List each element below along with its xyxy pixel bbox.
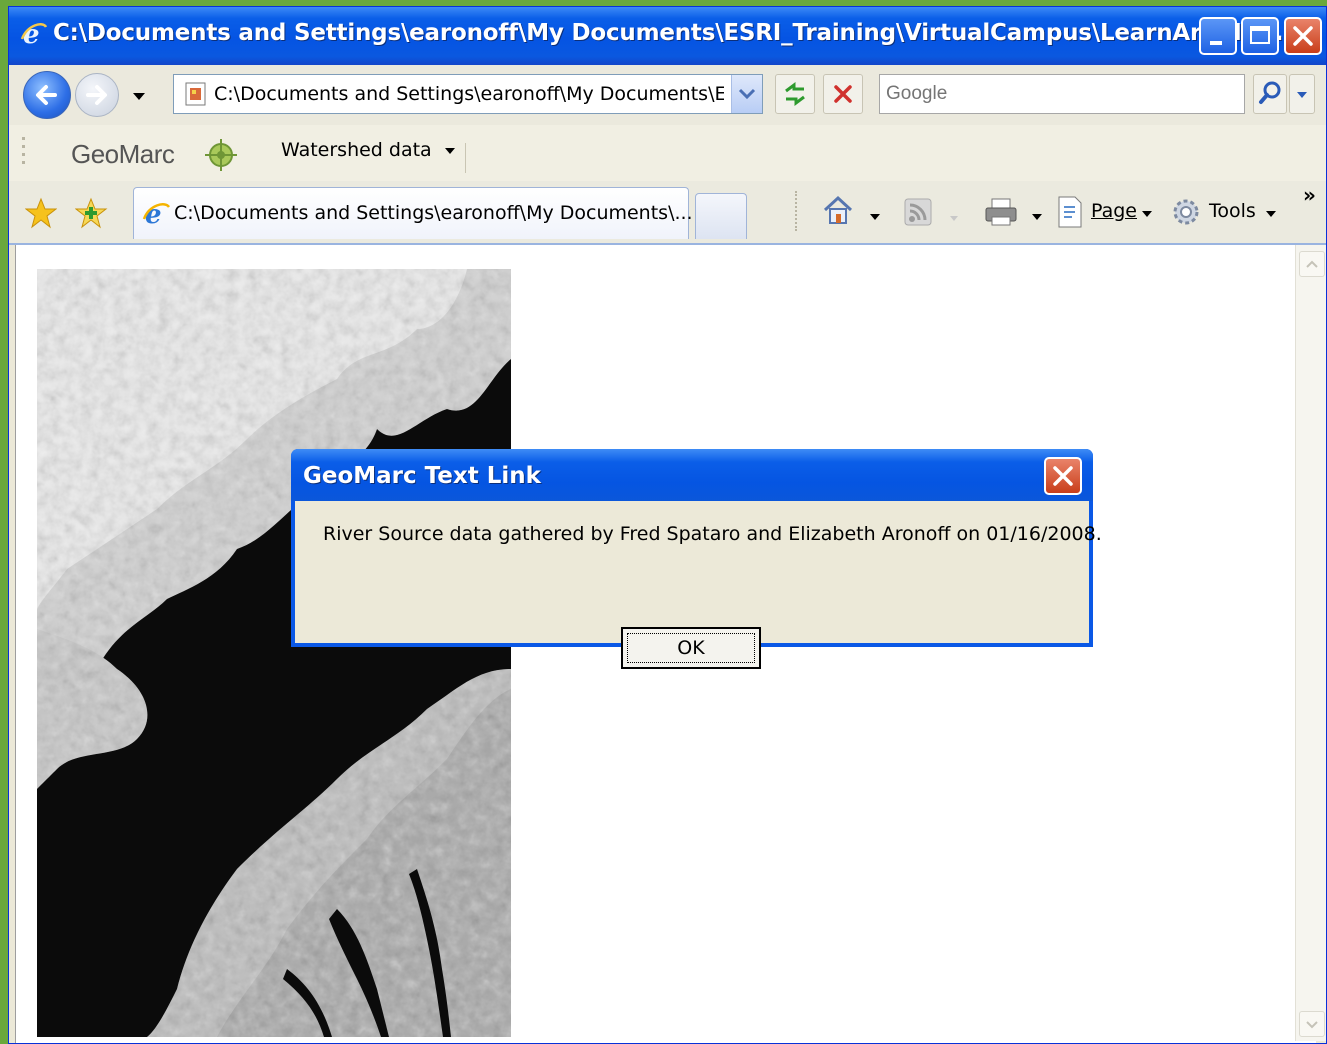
rss-feed-icon <box>904 198 932 226</box>
ie-page-icon: e <box>142 200 171 229</box>
dialog-title-bar[interactable]: GeoMarc Text Link <box>291 449 1093 501</box>
search-options-button[interactable] <box>1289 74 1315 114</box>
toolbar-grip <box>22 137 25 164</box>
scroll-down-button[interactable] <box>1299 1011 1325 1037</box>
ie-icon: e <box>19 19 49 50</box>
new-tab-button[interactable] <box>695 193 747 239</box>
favorites-center-button[interactable] <box>24 197 58 233</box>
page-icon <box>1058 196 1082 228</box>
search-box[interactable] <box>879 74 1245 114</box>
maximize-button[interactable] <box>1241 17 1279 55</box>
page-menu-button[interactable]: Page <box>1055 193 1155 231</box>
geomarc-toolbar: GeoMarc Watershed data <box>9 125 1326 182</box>
search-input[interactable] <box>880 75 1228 113</box>
dialog-body: River Source data gathered by Fred Spata… <box>295 501 1102 669</box>
navigation-bar: C:\Documents and Settings\earonoff\My Do… <box>9 65 1326 126</box>
address-bar[interactable]: C:\Documents and Settings\earonoff\My Do… <box>173 74 763 114</box>
dialog-message: River Source data gathered by Fred Spata… <box>323 523 1102 545</box>
print-button[interactable] <box>983 195 1019 233</box>
address-text[interactable]: C:\Documents and Settings\earonoff\My Do… <box>214 83 724 105</box>
home-dropdown[interactable] <box>869 207 881 226</box>
home-icon <box>823 195 853 224</box>
chevron-down-icon <box>1266 211 1276 217</box>
feeds-dropdown <box>949 207 958 221</box>
toolbar-separator <box>795 191 799 231</box>
tab-bar: e C:\Documents and Settings\earonoff\My … <box>9 181 1326 245</box>
tools-menu-label: Tools <box>1209 200 1256 222</box>
ok-button[interactable]: OK <box>621 627 761 669</box>
minimize-icon <box>1210 41 1222 45</box>
window-title: C:\Documents and Settings\earonoff\My Do… <box>53 20 1292 46</box>
star-icon <box>24 197 58 229</box>
watershed-data-label: Watershed data <box>281 139 432 161</box>
close-icon <box>1293 26 1313 46</box>
crosshair-globe-icon <box>205 139 237 171</box>
chevron-down-icon <box>133 93 145 100</box>
chevron-down-icon <box>1142 211 1152 217</box>
page-icon <box>185 82 206 106</box>
tools-menu-button[interactable]: Tools <box>1169 193 1281 231</box>
home-button[interactable] <box>821 193 855 231</box>
search-icon <box>1259 81 1281 104</box>
dialog-title: GeoMarc Text Link <box>303 463 541 489</box>
search-button[interactable] <box>1253 74 1287 114</box>
scroll-up-button[interactable] <box>1299 251 1325 277</box>
toolbar-separator <box>465 143 466 173</box>
title-bar[interactable]: e C:\Documents and Settings\earonoff\My … <box>9 7 1326 65</box>
chevron-down-icon <box>1306 1021 1318 1029</box>
back-button[interactable] <box>23 71 71 119</box>
toolbar-overflow-chevron[interactable]: » <box>1303 183 1316 207</box>
back-arrow-icon <box>36 85 57 105</box>
add-favorite-button[interactable] <box>74 197 109 233</box>
page-menu-label: Page <box>1091 200 1137 222</box>
vertical-scrollbar[interactable] <box>1295 245 1326 1041</box>
chevron-down-icon <box>950 216 958 221</box>
chevron-down-icon <box>1297 92 1307 98</box>
gear-icon <box>1173 199 1199 225</box>
satellite-image <box>37 269 511 1037</box>
chevron-down-icon <box>1032 214 1042 220</box>
stop-icon <box>834 85 852 103</box>
close-button[interactable] <box>1284 17 1322 55</box>
dialog-close-button[interactable] <box>1044 457 1082 495</box>
close-icon <box>1053 466 1073 486</box>
chevron-down-icon <box>870 214 880 220</box>
refresh-icon <box>785 82 805 106</box>
history-dropdown[interactable] <box>131 87 147 106</box>
chevron-up-icon <box>1306 260 1318 268</box>
tab-current[interactable]: e C:\Documents and Settings\earonoff\My … <box>133 187 693 239</box>
ok-button-label: OK <box>677 637 705 659</box>
forward-button[interactable] <box>75 73 119 117</box>
printer-icon <box>985 198 1017 226</box>
forward-arrow-icon <box>86 85 107 105</box>
chevron-down-icon <box>444 148 455 154</box>
tab-title: C:\Documents and Settings\earonoff\My Do… <box>174 202 693 224</box>
maximize-icon <box>1250 26 1270 44</box>
feeds-button[interactable] <box>903 197 933 231</box>
address-dropdown-button[interactable] <box>731 75 762 113</box>
refresh-button[interactable] <box>775 74 815 114</box>
print-dropdown[interactable] <box>1031 207 1043 226</box>
add-favorite-icon <box>74 197 108 229</box>
geomarc-logo: GeoMarc <box>71 139 175 169</box>
geomarc-text-link-dialog: GeoMarc Text Link River Source data gath… <box>291 449 1102 669</box>
watershed-data-dropdown[interactable]: Watershed data <box>281 139 457 169</box>
stop-button[interactable] <box>823 74 863 114</box>
minimize-button[interactable] <box>1199 17 1237 55</box>
chevron-down-icon <box>738 88 756 100</box>
